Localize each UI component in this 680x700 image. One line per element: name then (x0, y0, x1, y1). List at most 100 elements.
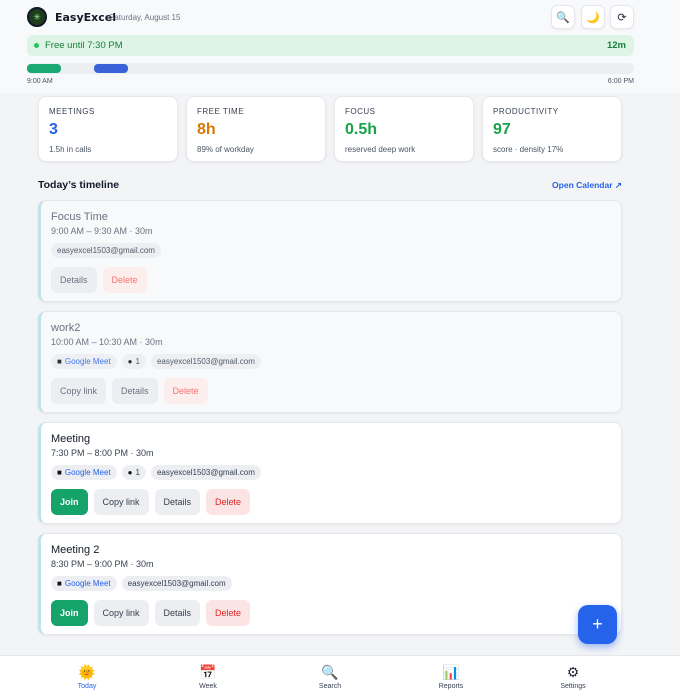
event-chips: ■ Google Meet ● 1 easyexcel1503@gmail.co… (51, 354, 261, 369)
event-actions: Details Delete (51, 267, 147, 293)
delete-button[interactable]: Delete (163, 378, 208, 404)
event-title: Focus Time (51, 211, 108, 223)
app-logo: ✳ (27, 7, 47, 27)
event-chips: easyexcel1503@gmail.com (51, 243, 161, 258)
stat-sub: reserved deep work (345, 145, 416, 154)
event-time: 10:00 AM – 10:30 AM · 30m (51, 337, 163, 347)
join-button[interactable]: Join (51, 489, 88, 515)
event-actions: Join Copy link Details Delete (51, 489, 251, 515)
details-button[interactable]: Details (154, 489, 201, 515)
gear-icon: ⚙ (566, 664, 580, 680)
delete-button[interactable]: Delete (206, 489, 251, 515)
nav-search[interactable]: 🔍 Search (290, 664, 370, 690)
refresh-button[interactable]: ⟳ (610, 5, 634, 29)
event-actions: Join Copy link Details Delete (51, 600, 251, 626)
nav-label: Reports (438, 683, 464, 690)
track-end-label: 6:00 PM (607, 78, 634, 85)
event-card-meeting-2: Meeting 2 8:30 PM – 9:00 PM · 30m ■ Goog… (38, 533, 622, 635)
video-camera-icon: ■ (57, 579, 62, 588)
attendee-email-chip: easyexcel1503@gmail.com (150, 354, 261, 369)
delete-button[interactable]: Delete (102, 267, 147, 293)
timeline-segment[interactable] (94, 64, 129, 73)
stat-card-focus: FOCUS 0.5h reserved deep work (334, 96, 474, 162)
details-button[interactable]: Details (51, 267, 97, 293)
event-title: Meeting (51, 433, 91, 445)
stat-value: 3 (49, 121, 58, 138)
stat-label: MEETINGS (49, 107, 95, 116)
nav-settings[interactable]: ⚙ Settings (533, 664, 613, 690)
nav-label: Search (318, 683, 342, 690)
event-time: 7:30 PM – 8:00 PM · 30m (51, 448, 154, 458)
event-chips: ■ Google Meet easyexcel1503@gmail.com (51, 576, 232, 591)
refresh-icon: ⟳ (617, 11, 627, 24)
event-title: Meeting 2 (51, 544, 100, 556)
nav-label: Today (77, 683, 97, 690)
free-remaining: 12m (606, 40, 626, 51)
app-title: EasyExcel (55, 11, 117, 24)
nav-label: Week (199, 683, 217, 690)
event-time: 8:30 PM – 9:00 PM · 30m (51, 559, 154, 569)
nav-today[interactable]: 🌞 Today (47, 664, 127, 690)
stat-sub: 89% of workday (197, 145, 254, 154)
copy-link-button[interactable]: Copy link (51, 378, 107, 404)
timeline-title: Today’s timeline (38, 179, 120, 191)
event-time: 9:00 AM – 9:30 AM · 30m (51, 226, 153, 236)
dark-mode-button[interactable]: 🌙 (581, 5, 605, 29)
stat-value: 0.5h (345, 121, 378, 138)
nav-week[interactable]: 📅 Week (168, 664, 248, 690)
attendee-email-chip: easyexcel1503@gmail.com (51, 243, 161, 258)
calendar-icon: 📅 (199, 664, 217, 680)
attendee-count-chip: ● 1 (121, 465, 146, 480)
search-icon: 🔍 (321, 664, 339, 680)
video-camera-icon: ■ (57, 357, 62, 366)
free-status-text: Free until 7:30 PM (45, 40, 123, 51)
join-button[interactable]: Join (51, 600, 88, 626)
meet-label: Google Meet (64, 468, 111, 477)
event-actions: Copy link Details Delete (51, 378, 208, 404)
nav-label: Settings (560, 683, 586, 690)
google-meet-chip[interactable]: ■ Google Meet (51, 354, 117, 369)
event-card-meeting: Meeting 7:30 PM – 8:00 PM · 30m ■ Google… (38, 422, 622, 524)
people-icon: ● (127, 357, 133, 366)
event-chips: ■ Google Meet ● 1 easyexcel1503@gmail.co… (51, 465, 261, 480)
details-button[interactable]: Details (112, 378, 158, 404)
copy-link-button[interactable]: Copy link (93, 489, 149, 515)
day-timeline-track (27, 63, 634, 74)
open-calendar-link[interactable]: Open Calendar ↗ (552, 180, 622, 191)
event-card-work2: work2 10:00 AM – 10:30 AM · 30m ■ Google… (38, 311, 622, 413)
meet-label: Google Meet (64, 579, 111, 588)
stat-sub: 1.5h in calls (49, 145, 92, 154)
stat-value: 8h (197, 121, 216, 138)
timeline-segment[interactable] (27, 64, 61, 73)
stat-label: PRODUCTIVITY (493, 107, 559, 116)
copy-link-button[interactable]: Copy link (93, 600, 149, 626)
plus-icon: + (592, 614, 603, 634)
attendee-count-chip: ● 1 (121, 354, 146, 369)
attendee-count: 1 (135, 468, 140, 477)
track-start-label: 9:00 AM (27, 78, 53, 85)
details-button[interactable]: Details (154, 600, 201, 626)
stat-label: FOCUS (345, 107, 376, 116)
app-date: Saturday, August 15 (109, 13, 181, 22)
stat-value: 97 (493, 121, 511, 138)
nav-reports[interactable]: 📊 Reports (411, 664, 491, 690)
add-event-button[interactable]: + (578, 605, 617, 644)
attendee-email-chip: easyexcel1503@gmail.com (121, 576, 232, 591)
video-camera-icon: ■ (57, 468, 62, 477)
free-status-banner: Free until 7:30 PM 12m (27, 35, 634, 56)
stat-sub: score · density 17% (493, 145, 564, 154)
stat-card-productivity: PRODUCTIVITY 97 score · density 17% (482, 96, 622, 162)
search-button[interactable]: 🔍 (551, 5, 575, 29)
stat-label: FREE TIME (197, 107, 245, 116)
people-icon: ● (127, 468, 133, 477)
bottom-navigation: 🌞 Today 📅 Week 🔍 Search 📊 Reports ⚙ Sett… (0, 655, 680, 700)
attendee-email-chip: easyexcel1503@gmail.com (150, 465, 261, 480)
meet-label: Google Meet (64, 357, 111, 366)
event-card-focus-time: Focus Time 9:00 AM – 9:30 AM · 30m easye… (38, 200, 622, 302)
chart-icon: 📊 (442, 664, 460, 680)
moon-icon: 🌙 (586, 11, 600, 24)
search-icon: 🔍 (556, 11, 570, 24)
google-meet-chip[interactable]: ■ Google Meet (51, 576, 117, 591)
delete-button[interactable]: Delete (206, 600, 251, 626)
google-meet-chip[interactable]: ■ Google Meet (51, 465, 117, 480)
